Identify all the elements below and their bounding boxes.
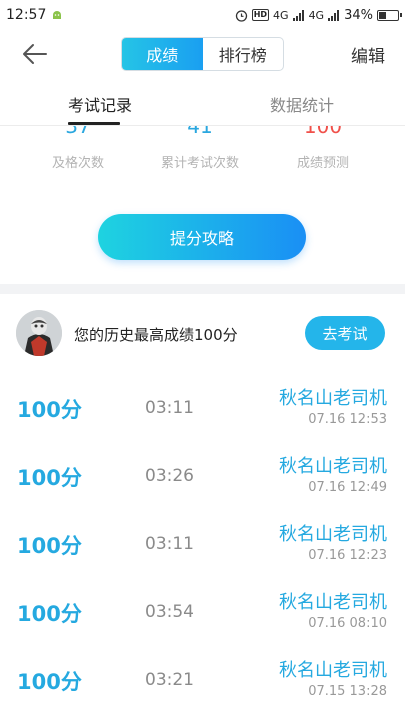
- score-strategy-button[interactable]: 提分攻略: [98, 214, 306, 260]
- network-label-1: 4G: [273, 8, 289, 22]
- signal-icon: [292, 9, 305, 21]
- best-score-row: 您的历史最高成绩100分 去考试: [0, 294, 405, 370]
- stat-value: 100: [303, 126, 343, 138]
- record-row[interactable]: 100分 03:11 秋名山老司机 07.16 12:23: [0, 510, 405, 578]
- stats-summary: 37 及格次数 41 累计考试次数 100 成绩预测: [0, 126, 405, 186]
- status-bar: 12:57 HD 4G 4G 34%: [0, 0, 405, 30]
- stat-label: 成绩预测: [296, 156, 349, 171]
- back-button[interactable]: [20, 40, 50, 68]
- record-row[interactable]: 100分 03:21 秋名山老司机 07.15 13:28: [0, 646, 405, 714]
- status-time: 12:57: [6, 7, 47, 23]
- record-date: 07.16 12:53: [308, 412, 387, 427]
- section-divider: [0, 284, 405, 294]
- battery-icon: [377, 9, 402, 21]
- segment-scores[interactable]: 成绩: [122, 38, 203, 70]
- record-score: 100分: [17, 466, 82, 490]
- record-row[interactable]: 100分 03:26 秋名山老司机 07.16 12:49: [0, 442, 405, 510]
- stat-value: 41: [187, 126, 213, 138]
- segment-leaderboard[interactable]: 排行榜: [203, 38, 284, 70]
- tab-data-statistics[interactable]: 数据统计: [270, 92, 334, 116]
- tab-indicator: [68, 122, 120, 125]
- record-date: 07.16 12:23: [308, 548, 387, 563]
- avatar[interactable]: [16, 310, 62, 356]
- network-label-2: 4G: [308, 8, 325, 22]
- alarm-icon: [235, 9, 248, 22]
- record-score: 100分: [17, 670, 82, 694]
- record-score: 100分: [17, 602, 82, 626]
- record-row[interactable]: 100分 03:11 秋名山老司机 07.16 12:53: [0, 374, 405, 442]
- record-date: 07.15 13:28: [308, 684, 387, 699]
- record-user-name: 秋名山老司机: [279, 388, 387, 409]
- record-duration: 03:54: [145, 602, 194, 622]
- best-score-text: 您的历史最高成绩100分: [74, 326, 238, 344]
- record-duration: 03:11: [145, 398, 194, 418]
- record-user-name: 秋名山老司机: [279, 592, 387, 613]
- stat-label: 及格次数: [51, 156, 104, 171]
- record-duration: 03:26: [145, 466, 194, 486]
- header: 成绩 排行榜 编辑: [0, 30, 405, 78]
- edit-button[interactable]: 编辑: [351, 42, 385, 67]
- signal-icon: [328, 9, 340, 21]
- android-notification-icon: [52, 10, 62, 21]
- hd-icon: HD: [251, 9, 270, 21]
- record-row[interactable]: 100分 03:54 秋名山老司机 07.16 08:10: [0, 578, 405, 646]
- record-user-name: 秋名山老司机: [279, 524, 387, 545]
- record-user-name: 秋名山老司机: [279, 456, 387, 477]
- record-date: 07.16 12:49: [308, 480, 387, 495]
- tab-exam-records[interactable]: 考试记录: [68, 92, 132, 116]
- record-user-name: 秋名山老司机: [279, 660, 387, 681]
- segmented-control: 成绩 排行榜: [121, 37, 284, 71]
- record-date: 07.16 08:10: [308, 616, 387, 631]
- exam-records-list: 100分 03:11 秋名山老司机 07.16 12:53 100分 03:26 秋名山老司…: [0, 374, 405, 714]
- arrow-left-icon: [23, 44, 47, 64]
- stat-value: 37: [65, 126, 91, 138]
- record-score: 100分: [17, 534, 82, 558]
- tab-bar: 考试记录 数据统计: [0, 86, 405, 126]
- go-exam-button[interactable]: 去考试: [305, 316, 385, 350]
- battery-percent: 34%: [344, 7, 373, 23]
- record-score: 100分: [17, 398, 82, 422]
- record-duration: 03:11: [145, 534, 194, 554]
- record-duration: 03:21: [145, 670, 194, 690]
- stat-label: 累计考试次数: [160, 156, 239, 171]
